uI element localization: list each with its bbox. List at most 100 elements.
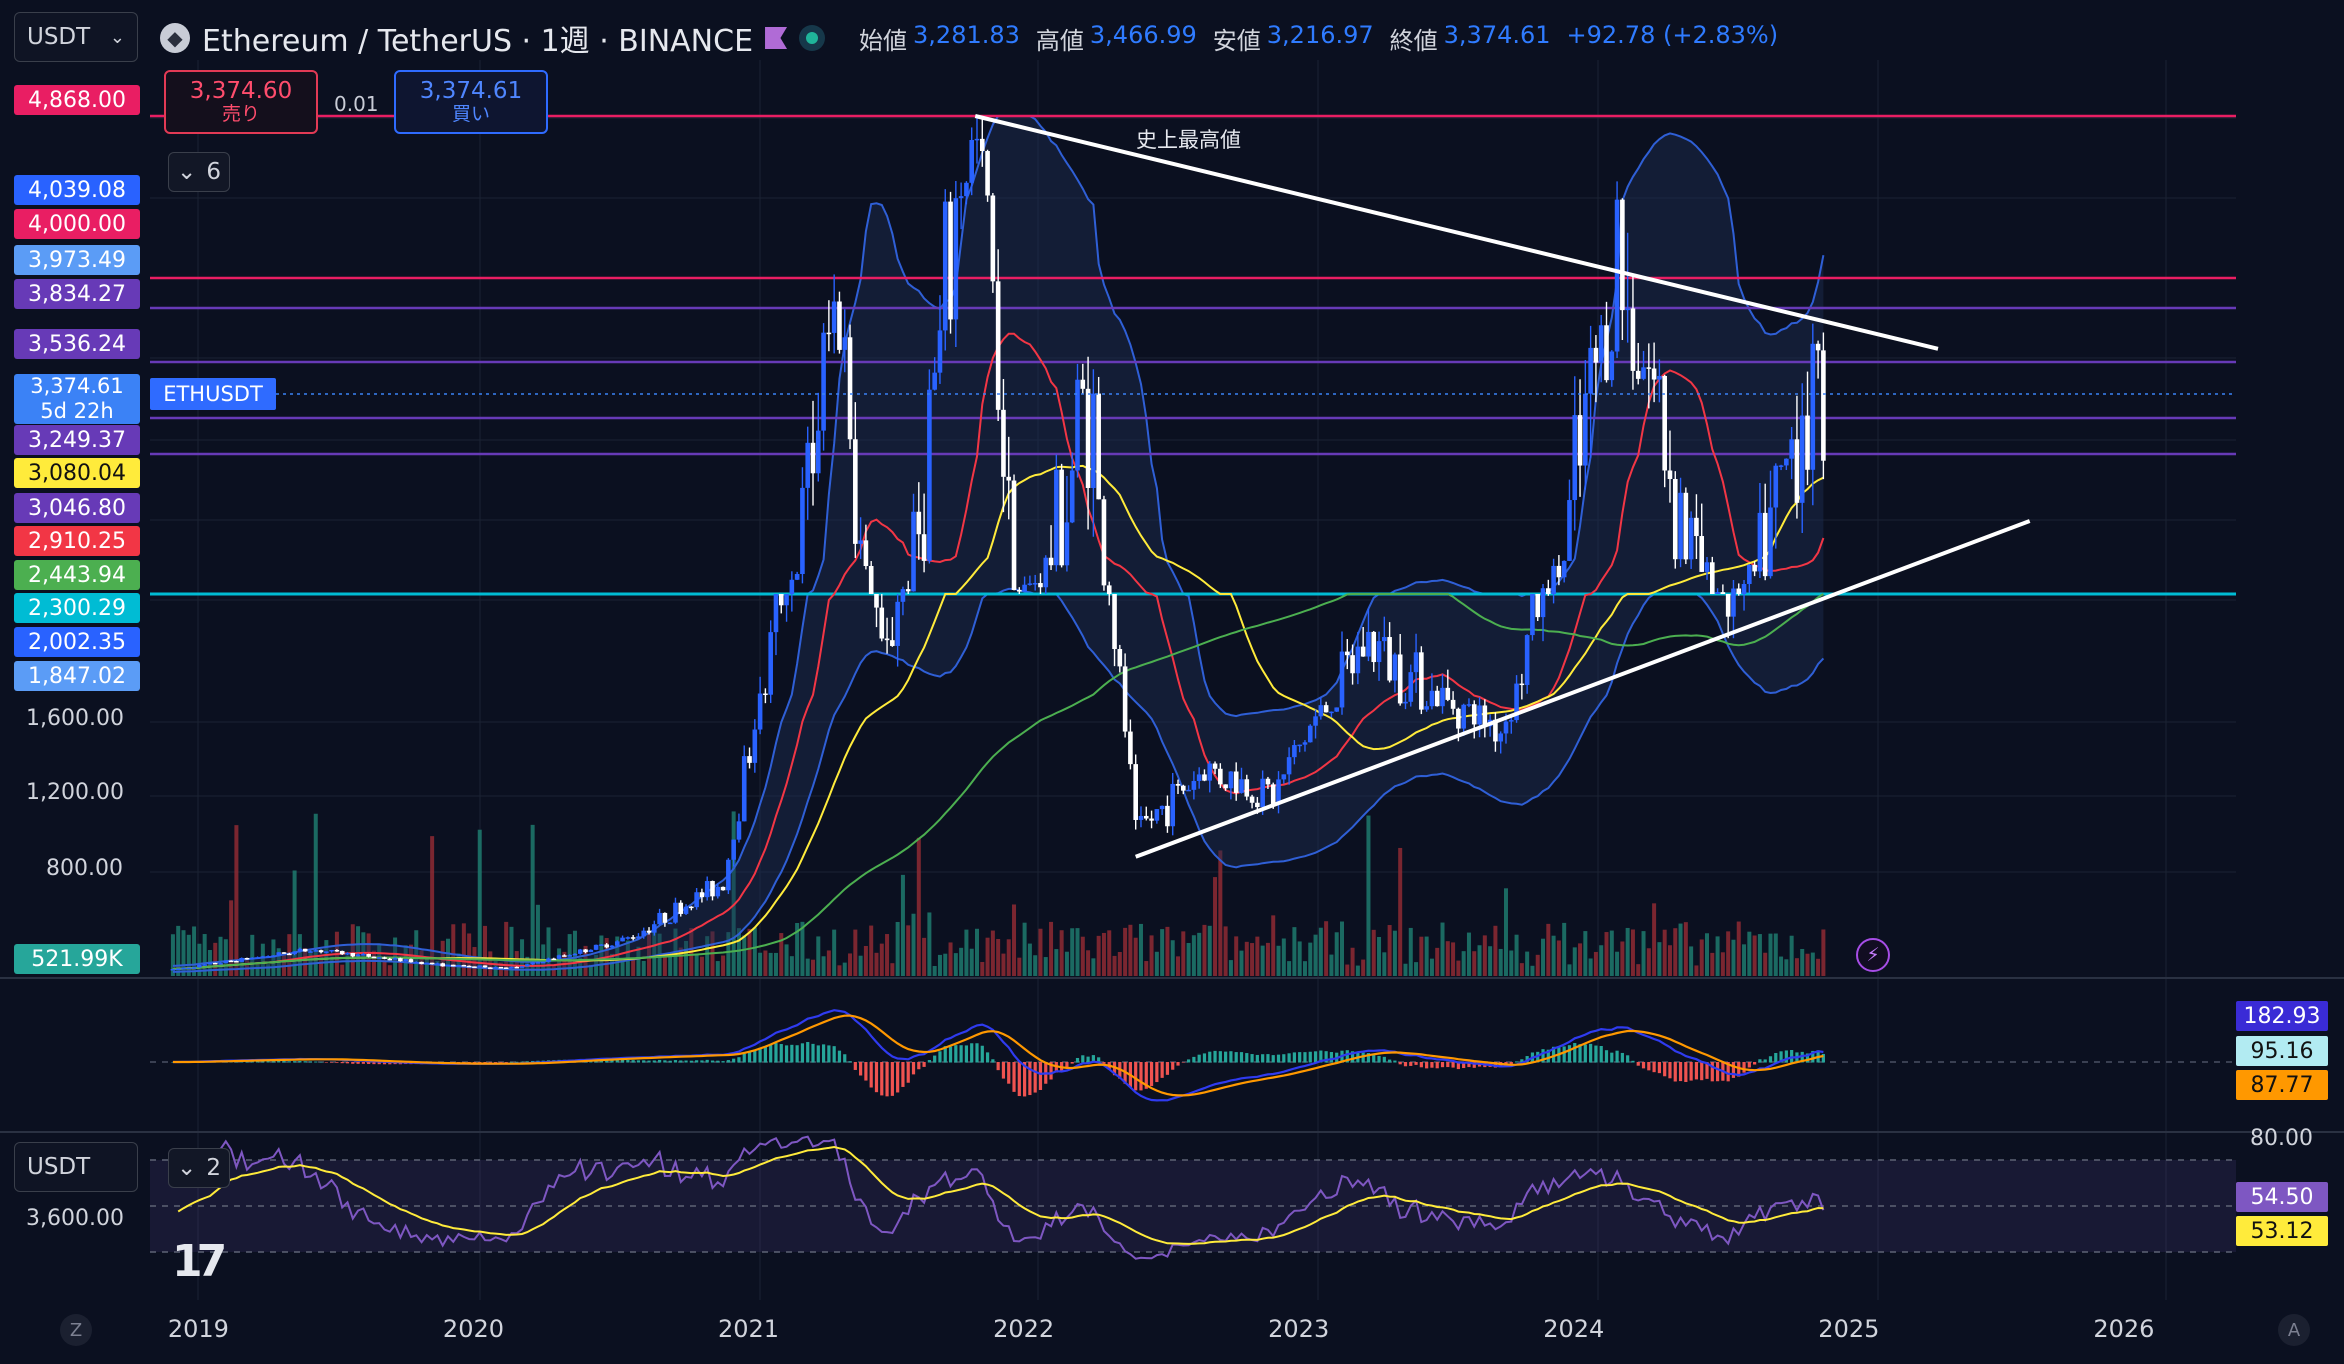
volume-bar [953,953,958,976]
candle-body [472,966,477,968]
volume-bar [1292,927,1297,976]
macd-histogram-bar [716,1060,720,1063]
candle-body [879,607,885,639]
candle-body [1371,631,1377,663]
candle-body [577,949,583,954]
auto-scale-icon[interactable]: A [2278,1314,2310,1346]
candle-body [884,638,890,641]
macd-histogram-bar [679,1060,683,1063]
year-label: 2023 [1268,1315,1330,1343]
macd-histogram-bar [340,1062,344,1064]
rsi-symbol-select[interactable]: USDT [14,1142,138,1192]
candle-body [985,151,990,196]
macd-histogram-bar [726,1060,730,1063]
candle-body [1503,721,1509,734]
tradingview-logo: 17 [172,1236,227,1287]
volume-bar [1620,941,1625,976]
candle-body [1165,805,1170,827]
zoom-icon[interactable]: Z [60,1314,92,1346]
candle-body [292,951,297,955]
sell-button[interactable]: 3,374.60 売り [164,70,318,134]
candle-body [662,912,668,923]
buy-button[interactable]: 3,374.61 買い [394,70,548,134]
macd-histogram-bar [631,1060,635,1063]
volume-bar [641,960,646,976]
candle-body [599,944,604,946]
candle-body [281,952,287,954]
candle-body [1223,784,1228,789]
volume-bar [1578,943,1583,976]
candle-body [588,949,594,953]
macd-histogram-bar [1234,1052,1238,1063]
macd-histogram-bar [1081,1055,1085,1063]
candle-body [562,955,567,957]
volume-bar [1763,952,1768,976]
price-tag: 3,536.24 [14,329,140,359]
candle-body [503,967,509,969]
candle-body [583,949,588,953]
low-label: 安値 [1212,26,1261,55]
macd-histogram-bar [774,1043,778,1063]
candle-body [1392,654,1398,681]
volume-bar [1503,888,1508,976]
open-label: 始値 [859,26,908,55]
candle-body [657,912,662,925]
flag-icon[interactable] [765,27,788,49]
macd-histogram-bar [684,1060,688,1063]
trend-line-upper[interactable] [974,114,1939,351]
lightning-icon[interactable]: ⚡ [1856,938,1890,972]
macd-histogram-bar [673,1060,678,1063]
price-tag: 3,249.37 [14,425,140,455]
macd-histogram-bar [1171,1062,1175,1070]
candle-body [927,389,932,561]
candle-body [1181,785,1186,791]
volume-bar [1731,939,1736,976]
macd-histogram-bar [837,1050,842,1063]
macd-histogram-bar [1446,1062,1450,1068]
candle-body [699,892,705,898]
candle-body [1747,564,1752,584]
candle-body [821,332,826,431]
candle-body [450,964,456,967]
candle-body [1646,367,1652,369]
chart-header: ◆ Ethereum / TetherUS · 1週 · BINANCE 始値 … [160,16,1778,60]
volume-bar [1144,961,1149,976]
candle-body [1122,666,1128,732]
market-status-icon[interactable] [799,25,826,51]
candle-body [1397,654,1403,704]
rsi-indicators-toggle[interactable]: ⌄ 2 [168,1148,230,1188]
macd-histogram-bar [769,1044,773,1063]
macd-histogram-bar [996,1062,1000,1071]
macd-histogram-bar [1610,1052,1614,1063]
macd-histogram-bar [959,1045,963,1063]
candle-body [175,968,181,971]
candle-body [1270,784,1276,805]
candle-body [514,966,520,969]
candle-body [488,967,493,969]
candle-body [1762,512,1768,577]
candle-body [239,958,244,962]
candle-body [625,937,631,939]
volume-bar [1599,945,1604,976]
current-price-tag: 3,374.61 5d 22h [14,374,140,424]
macd-histogram-bar [1742,1062,1746,1073]
symbol-select[interactable]: USDT ⌄ [14,12,138,62]
volume-bar [1012,904,1017,976]
macd-histogram-bar [1689,1062,1693,1081]
year-label: 2024 [1543,1315,1605,1343]
candle-body [630,937,636,939]
candle-body [1048,557,1054,566]
candle-body [704,881,710,898]
indicators-toggle[interactable]: ⌄ 6 [168,152,230,192]
candle-body [1001,409,1006,477]
volume-bar [789,956,794,976]
macd-histogram-bar [1631,1060,1635,1063]
volume-bar [1493,925,1498,976]
candle-body [1350,655,1355,674]
volume-bar [985,937,990,976]
candle-body [826,332,832,335]
chart-canvas[interactable] [0,0,2344,1364]
volume-bar [398,961,403,976]
candle-body [614,941,620,946]
volume-bar [1736,921,1741,976]
